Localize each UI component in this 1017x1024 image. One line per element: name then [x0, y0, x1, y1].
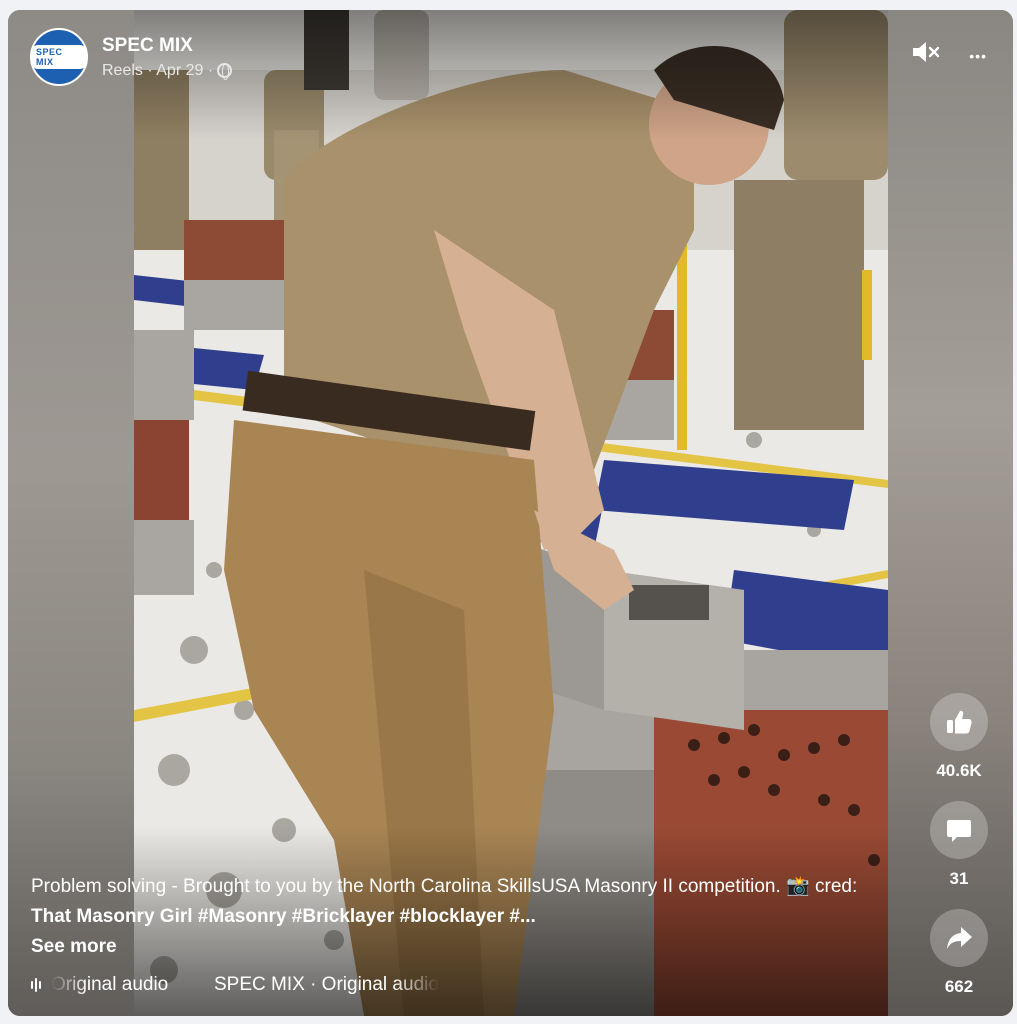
- caption-text: Problem solving - Brought to you by the …: [31, 876, 858, 897]
- globe-icon: [217, 63, 233, 80]
- comment-action: 31: [930, 801, 988, 889]
- reel-actions: 40.6K 31 662: [929, 693, 989, 1016]
- see-more-link[interactable]: See more: [31, 932, 881, 962]
- more-options-icon: •••: [969, 48, 987, 64]
- comment-count: 31: [949, 869, 969, 888]
- post-meta: Reels · Apr 29 ·: [102, 62, 233, 80]
- post-header: SPEC MIX SPEC MIX Reels · Apr 29 ·: [30, 28, 233, 86]
- share-count: 662: [944, 977, 974, 996]
- audio-label-scrolling: SPEC MIX · Original audio: [214, 974, 439, 995]
- avatar-logo-text: SPEC MIX: [32, 45, 86, 69]
- audio-label: Original audio: [51, 974, 169, 995]
- like-count: 40.6K: [936, 761, 982, 780]
- video-top-controls: •••: [911, 40, 987, 68]
- like-button[interactable]: [930, 693, 988, 751]
- caption-tags[interactable]: That Masonry Girl #Masonry #Bricklayer #…: [31, 906, 536, 927]
- blurred-background-left: [8, 10, 134, 1016]
- audio-row[interactable]: Original audio SPEC MIX · Original audio: [31, 974, 439, 996]
- top-gradient-overlay: [134, 10, 888, 140]
- share-button[interactable]: [930, 909, 988, 967]
- page-avatar[interactable]: SPEC MIX: [30, 28, 88, 86]
- like-action: 40.6K: [930, 693, 988, 781]
- post-meta-text[interactable]: Reels · Apr 29 ·: [102, 62, 213, 80]
- share-arrow-icon: [947, 927, 972, 949]
- reel-video[interactable]: [134, 10, 888, 1016]
- reel-card: SPEC MIX SPEC MIX Reels · Apr 29 · ••• 4…: [8, 10, 1013, 1016]
- page-name-link[interactable]: SPEC MIX: [102, 35, 232, 57]
- mute-button[interactable]: [911, 40, 941, 68]
- comment-bubble-icon: [947, 820, 971, 842]
- page-meta: SPEC MIX Reels · Apr 29 ·: [102, 35, 233, 80]
- thumbs-up-icon: [947, 710, 972, 734]
- more-options-button[interactable]: •••: [969, 43, 987, 65]
- speaker-muted-icon: [913, 42, 940, 62]
- reel-caption: Problem solving - Brought to you by the …: [31, 872, 881, 962]
- share-action: 662: [930, 909, 988, 997]
- audio-waveform-icon: [31, 978, 41, 992]
- comment-button[interactable]: [930, 801, 988, 859]
